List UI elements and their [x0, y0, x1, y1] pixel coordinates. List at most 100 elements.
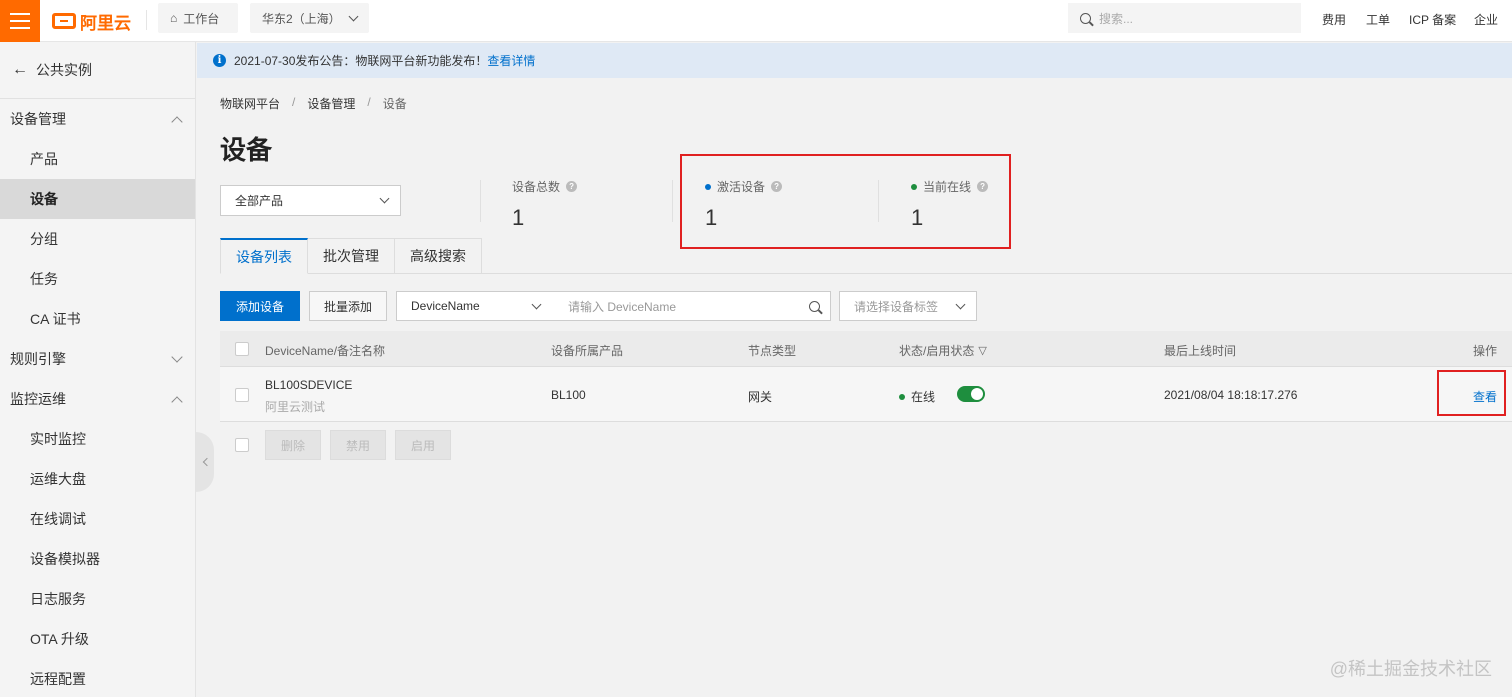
column-header: 设备所属产品: [551, 344, 624, 358]
row-checkbox[interactable]: [235, 388, 249, 402]
column-header: 操作: [1473, 344, 1498, 358]
back-button[interactable]: ← 公共实例: [0, 42, 195, 99]
search-icon: [1080, 12, 1091, 24]
sidebar-collapse-handle[interactable]: [196, 432, 214, 492]
divider: [480, 180, 481, 222]
sidebar-item-ca-cert[interactable]: CA 证书: [0, 299, 195, 339]
search-field-select[interactable]: DeviceName: [396, 291, 553, 321]
sidebar-item-realtime-monitor[interactable]: 实时监控: [0, 419, 195, 459]
chevron-down-icon: [348, 11, 359, 21]
sidebar-item-device[interactable]: 设备: [0, 179, 195, 219]
table-header: DeviceName/备注名称 设备所属产品 节点类型 状态/启用状态 ▽ 最后…: [220, 331, 1512, 367]
sidebar-item-device-simulator[interactable]: 设备模拟器: [0, 539, 195, 579]
info-icon: i: [213, 54, 226, 67]
breadcrumb: 物联网平台 / 设备管理 / 设备: [220, 95, 407, 112]
batch-add-button[interactable]: 批量添加: [309, 291, 387, 321]
bulk-select-checkbox[interactable]: [235, 438, 249, 452]
chevron-down-icon: [531, 299, 542, 309]
device-search-input[interactable]: 请输入 DeviceName: [552, 291, 831, 321]
aliyun-logo[interactable]: 阿里云: [52, 8, 131, 34]
back-label: 公共实例: [36, 62, 92, 78]
select-all-checkbox[interactable]: [235, 342, 249, 356]
sidebar-group-label: 设备管理: [10, 111, 66, 127]
breadcrumb-separator: /: [367, 95, 371, 109]
sidebar-item-group[interactable]: 分组: [0, 219, 195, 259]
product-select[interactable]: 全部产品: [220, 185, 401, 216]
sidebar-item-online-debug[interactable]: 在线调试: [0, 499, 195, 539]
sidebar-item-ota[interactable]: OTA 升级: [0, 619, 195, 659]
top-link-icp[interactable]: ICP 备案: [1409, 11, 1456, 28]
chevron-left-icon: [202, 457, 211, 467]
divider: [480, 273, 1512, 274]
divider: [672, 180, 673, 222]
chevron-down-icon: [379, 193, 390, 204]
node-type: 网关: [748, 390, 773, 404]
watermark: @稀土掘金技术社区: [1329, 659, 1492, 679]
logo-text: 阿里云: [80, 13, 131, 33]
tab-batch-management[interactable]: 批次管理: [308, 238, 395, 274]
page-title: 设备: [220, 135, 273, 165]
sidebar: ← 公共实例 设备管理 产品 设备 分组 任务 CA 证书 规则引擎 监控运维 …: [0, 42, 196, 697]
chevron-up-icon: [171, 395, 183, 408]
sidebar-item-remote-config[interactable]: 远程配置: [0, 659, 195, 697]
table-row: BL100SDEVICE 阿里云测试 BL100 网关 在线 2021/08/0…: [220, 367, 1512, 422]
tab-advanced-search[interactable]: 高级搜索: [395, 238, 482, 274]
breadcrumb-item[interactable]: 物联网平台: [220, 95, 280, 112]
add-device-button[interactable]: 添加设备: [220, 291, 300, 321]
chevron-up-icon: [171, 115, 183, 128]
chevron-down-icon: [171, 350, 183, 363]
top-link-billing[interactable]: 费用: [1322, 11, 1346, 28]
stat-label: 设备总数: [512, 180, 561, 194]
logo-mark-icon: [52, 13, 76, 29]
search-icon[interactable]: [809, 300, 820, 312]
column-header-status: 状态/启用状态 ▽: [899, 342, 987, 359]
divider: [146, 10, 147, 30]
device-search-placeholder: 请输入 DeviceName: [568, 299, 677, 314]
device-product: BL100: [551, 388, 586, 402]
workbench-button[interactable]: ⌂ 工作台: [158, 3, 238, 33]
status-label: 在线: [911, 390, 936, 404]
disable-button[interactable]: 禁用: [330, 430, 386, 460]
enable-button[interactable]: 启用: [395, 430, 451, 460]
announcement-link[interactable]: 查看详情: [487, 54, 535, 68]
stat-value: 1: [512, 205, 525, 230]
column-header-label: 状态/启用状态: [899, 344, 975, 358]
filter-icon[interactable]: ▽: [978, 344, 986, 357]
column-header: 最后上线时间: [1164, 344, 1237, 358]
chevron-down-icon: [955, 299, 966, 309]
announcement-text: 2021-07-30发布公告：物联网平台新功能发布！查看详情: [234, 54, 536, 68]
sidebar-group-label: 规则引擎: [10, 351, 66, 367]
device-status: 在线: [899, 388, 935, 405]
breadcrumb-item[interactable]: 设备管理: [307, 95, 355, 112]
sidebar-item-log-service[interactable]: 日志服务: [0, 579, 195, 619]
top-link-ticket[interactable]: 工单: [1366, 11, 1390, 28]
column-header: 节点类型: [748, 344, 797, 358]
device-name[interactable]: BL100SDEVICE: [265, 378, 352, 392]
top-link-enterprise[interactable]: 企业: [1474, 11, 1498, 28]
delete-button[interactable]: 删除: [265, 430, 321, 460]
tag-select-placeholder: 请选择设备标签: [854, 299, 939, 314]
sidebar-item-task[interactable]: 任务: [0, 259, 195, 299]
tag-select[interactable]: 请选择设备标签: [839, 291, 977, 321]
sidebar-item-product[interactable]: 产品: [0, 139, 195, 179]
enable-toggle[interactable]: [957, 386, 985, 402]
sidebar-item-ops-dashboard[interactable]: 运维大盘: [0, 459, 195, 499]
product-select-value: 全部产品: [235, 194, 284, 208]
global-search-input[interactable]: 搜索...: [1068, 3, 1301, 33]
tab-bar: 设备列表 批次管理 高级搜索: [220, 238, 482, 274]
device-remark: 阿里云测试: [265, 400, 326, 414]
sidebar-group-monitoring[interactable]: 监控运维: [0, 379, 195, 419]
sidebar-group-rule-engine[interactable]: 规则引擎: [0, 339, 195, 379]
region-select[interactable]: 华东2（上海）: [250, 3, 369, 33]
highlight-box: [680, 154, 1011, 249]
menu-icon[interactable]: [0, 0, 40, 42]
region-label: 华东2（上海）: [262, 11, 341, 26]
breadcrumb-current: 设备: [382, 97, 407, 111]
stat-total-devices: 设备总数? 1: [512, 178, 578, 231]
sidebar-group-device-management[interactable]: 设备管理: [0, 99, 195, 139]
tab-device-list[interactable]: 设备列表: [220, 238, 308, 274]
workbench-label: 工作台: [183, 11, 220, 26]
help-icon[interactable]: ?: [566, 181, 578, 192]
online-dot-icon: [899, 393, 905, 400]
sidebar-group-label: 监控运维: [10, 391, 66, 407]
